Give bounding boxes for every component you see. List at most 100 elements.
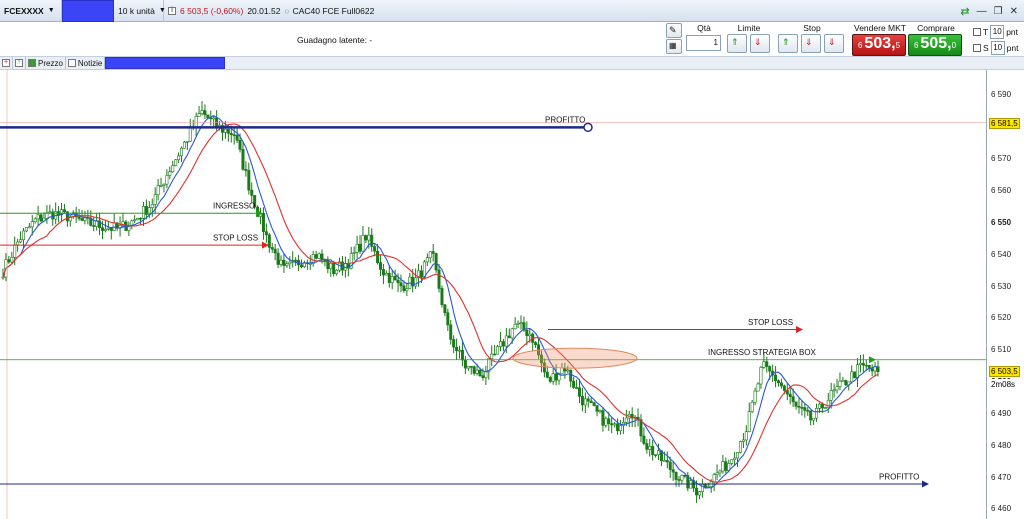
buy-market-button[interactable]: 6 505, 0 <box>908 34 962 56</box>
candle-body <box>229 133 233 136</box>
candle-body <box>545 371 549 378</box>
candle-body <box>718 470 722 474</box>
candle-body <box>314 254 318 259</box>
candle-body <box>393 276 397 281</box>
candle-body <box>548 377 552 382</box>
stop-option[interactable]: S 10 pnt <box>973 41 1019 55</box>
add-chart-button[interactable]: + <box>0 57 13 69</box>
candle-body <box>103 228 107 231</box>
candle-body <box>232 134 236 137</box>
candle-body <box>774 374 778 382</box>
candle-body <box>387 273 391 283</box>
price-axis[interactable]: 6 5906 5806 5706 5606 5506 5406 5306 520… <box>986 70 1024 519</box>
candle-body <box>671 469 675 473</box>
annotation-label: INGRESSO <box>213 202 255 211</box>
candle-body <box>308 263 312 265</box>
candle-body <box>379 262 383 270</box>
candle-body <box>133 219 137 222</box>
candle-body <box>1 276 5 279</box>
candle-body <box>288 261 292 265</box>
candle-body <box>712 474 716 483</box>
quote-info: i 6 503,5 (-0,60%) 20.01.52 ○ CAC40 FCE … <box>164 0 394 22</box>
sell-market-button[interactable]: 6 503, 5 <box>852 34 906 56</box>
candle-body <box>24 227 28 232</box>
candle-body <box>812 417 816 421</box>
redacted-field <box>105 57 226 69</box>
candle-body <box>589 400 593 404</box>
candle-body <box>566 369 570 372</box>
price-tag: 2m08s <box>989 378 1018 390</box>
candle-body <box>390 276 394 283</box>
candle-body <box>33 218 37 222</box>
candle-body <box>674 471 678 480</box>
annotation-label: PROFITTO <box>879 472 919 481</box>
candle-body <box>171 165 175 172</box>
sl-points-input[interactable]: 10 <box>990 41 1005 55</box>
candle-body <box>197 113 201 117</box>
candle-body <box>335 269 339 275</box>
candle-body <box>648 445 652 450</box>
candle-body <box>472 366 476 374</box>
candle-body <box>478 369 482 376</box>
stop-label: Stop <box>803 23 821 33</box>
tools-button[interactable]: ✎ <box>666 23 682 38</box>
price-tag: 6 503,5 <box>989 365 1020 377</box>
minimize-button[interactable]: — <box>977 6 987 17</box>
expand-button[interactable]: ↑ <box>13 57 26 69</box>
candle-body <box>809 410 813 421</box>
candle-body <box>428 251 432 258</box>
price-chart[interactable]: PROFITTO INGRESSO STOP LOSS STOP LOSS INGRES… <box>0 70 1024 519</box>
candle-body <box>610 423 614 426</box>
candle-body <box>765 361 769 367</box>
qty-input[interactable]: 1 <box>686 35 721 51</box>
candle-body <box>498 341 502 347</box>
candle-body <box>188 126 192 142</box>
stop-extra-button[interactable]: ⇓ <box>824 34 844 53</box>
candle-body <box>803 407 807 411</box>
candle-body <box>791 396 795 403</box>
candle-body <box>870 368 874 372</box>
keypad-button[interactable]: ▦ <box>666 39 682 54</box>
candle-body <box>604 418 608 426</box>
candle-body <box>92 225 96 227</box>
y-tick-label: 6 460 <box>991 504 1012 514</box>
sync-icon[interactable]: ⇄ <box>960 5 969 18</box>
candle-body <box>376 250 380 263</box>
candle-body <box>583 398 587 406</box>
tab-prezzo[interactable]: Prezzo <box>26 57 66 69</box>
sl-checkbox[interactable] <box>973 44 981 52</box>
annotation-label: STOP LOSS <box>748 318 793 327</box>
take-profit-option[interactable]: T 10 pnt <box>973 25 1018 39</box>
limit-buy-button[interactable]: ⇑ <box>727 34 747 53</box>
candle-body <box>519 322 523 324</box>
tab-notizie[interactable]: Notizie <box>66 57 106 69</box>
stop-sell-button[interactable]: ⇓ <box>801 34 821 53</box>
candle-body <box>238 139 242 150</box>
candle-body <box>861 363 865 366</box>
restore-button[interactable]: ❐ <box>994 6 1003 17</box>
tp-points-input[interactable]: 10 <box>990 25 1005 39</box>
close-button[interactable]: ✕ <box>1010 6 1018 17</box>
limit-sell-button[interactable]: ⇓ <box>750 34 770 53</box>
candle-body <box>329 263 333 270</box>
candle-body <box>159 185 163 187</box>
candle-body <box>437 269 441 289</box>
stop-buy-button[interactable]: ⇑ <box>778 34 798 53</box>
candle-body <box>21 230 25 241</box>
candle-body <box>244 169 248 171</box>
candle-body <box>458 349 462 352</box>
plot-area[interactable]: PROFITTO INGRESSO STOP LOSS STOP LOSS INGRES… <box>0 70 986 519</box>
candle-body <box>185 141 189 143</box>
candle-body <box>405 288 409 291</box>
candle-body <box>864 364 868 367</box>
candle-body <box>797 406 801 408</box>
trade-panel: Guadagno latente: - ✎ ▦ Qtà 1 Limite ⇑ ⇓… <box>0 22 1024 57</box>
chart-toolbar: + ↑ Prezzo Notizie <box>0 57 1024 70</box>
tp-checkbox[interactable] <box>973 28 981 36</box>
y-tick-label: 6 510 <box>991 345 1012 355</box>
instrument-select[interactable]: FCEXXXX ▼ <box>0 0 62 22</box>
size-select[interactable]: 10 k unità ▼ <box>114 0 166 22</box>
candle-body <box>39 214 43 222</box>
candle-body <box>100 227 104 231</box>
candle-body <box>484 371 488 379</box>
